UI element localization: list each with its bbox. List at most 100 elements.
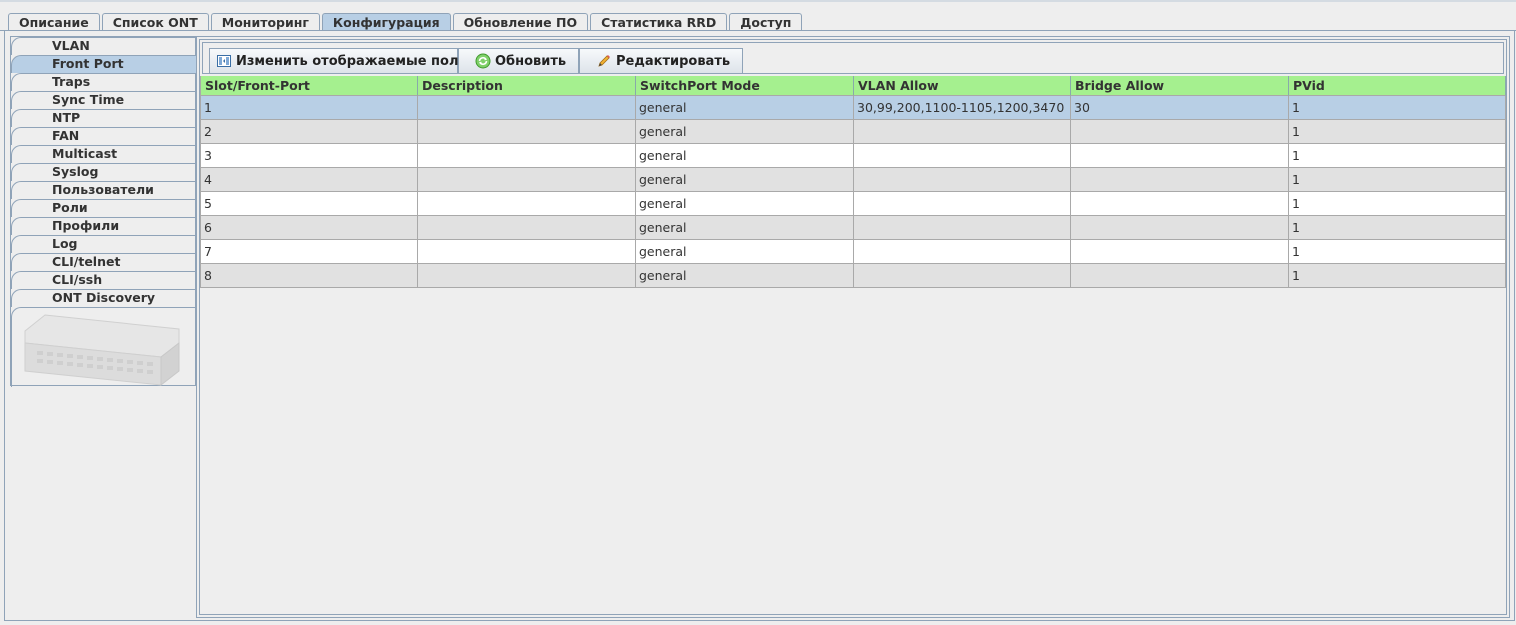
tab-ont-list[interactable]: Список ONT: [101, 13, 209, 31]
table-row[interactable]: 7 general 1: [200, 240, 1506, 264]
table-row[interactable]: 5 general 1: [200, 192, 1506, 216]
cell-pvid: 1: [1289, 96, 1506, 120]
cell-vlan-allow: 30,99,200,1100-1105,1200,3470: [854, 96, 1071, 120]
cell-switchport-mode: general: [636, 120, 854, 144]
tab-access[interactable]: Доступ: [729, 13, 803, 31]
cell-switchport-mode: general: [636, 96, 854, 120]
cell-pvid: 1: [1289, 192, 1506, 216]
change-fields-button[interactable]: Изменить отображаемые поля: [209, 48, 467, 74]
table-row[interactable]: 4 general 1: [200, 168, 1506, 192]
change-fields-label: Изменить отображаемые поля: [236, 53, 467, 69]
cell-description: [418, 168, 636, 192]
refresh-label: Обновить: [495, 53, 567, 69]
sidebar-item-fan[interactable]: FAN: [11, 127, 196, 145]
sidebar-item-profiles[interactable]: Профили: [11, 217, 196, 235]
cell-pvid: 1: [1289, 240, 1506, 264]
tab-monitoring[interactable]: Мониторинг: [210, 13, 320, 31]
cell-slot-front-port: 4: [200, 168, 418, 192]
tab-description[interactable]: Описание: [8, 13, 100, 31]
sidebar-item-vlan[interactable]: VLAN: [11, 37, 196, 55]
cell-pvid: 1: [1289, 144, 1506, 168]
cell-slot-front-port: 2: [200, 120, 418, 144]
main-tab-bar: Описание Список ONT Мониторинг Конфигура…: [8, 13, 804, 31]
cell-slot-front-port: 1: [200, 96, 418, 120]
cell-bridge-allow: [1071, 192, 1289, 216]
table-row[interactable]: 8 general 1: [200, 264, 1506, 288]
sidebar-item-multicast[interactable]: Multicast: [11, 145, 196, 163]
sidebar-item-cli-telnet[interactable]: CLI/telnet: [11, 253, 196, 271]
front-port-table: Slot/Front-Port Description SwitchPort M…: [200, 76, 1506, 288]
cell-slot-front-port: 8: [200, 264, 418, 288]
column-header-bridge-allow[interactable]: Bridge Allow: [1071, 76, 1289, 96]
cell-switchport-mode: general: [636, 168, 854, 192]
cell-switchport-mode: general: [636, 192, 854, 216]
cell-vlan-allow: [854, 168, 1071, 192]
cell-bridge-allow: [1071, 264, 1289, 288]
pencil-icon: [596, 53, 612, 69]
device-image: [24, 314, 180, 387]
cell-description: [418, 240, 636, 264]
edit-label: Редактировать: [616, 53, 731, 69]
table-row[interactable]: 1 general 30,99,200,1100-1105,1200,3470 …: [200, 96, 1506, 120]
sidebar-item-ntp[interactable]: NTP: [11, 109, 196, 127]
cell-bridge-allow: [1071, 120, 1289, 144]
sidebar-item-ont-discovery[interactable]: ONT Discovery: [11, 289, 196, 307]
cell-description: [418, 192, 636, 216]
table-header-row: Slot/Front-Port Description SwitchPort M…: [200, 76, 1506, 96]
cell-vlan-allow: [854, 240, 1071, 264]
cell-description: [418, 120, 636, 144]
table-row[interactable]: 2 general 1: [200, 120, 1506, 144]
cell-slot-front-port: 3: [200, 144, 418, 168]
cell-description: [418, 144, 636, 168]
sidebar-item-users[interactable]: Пользователи: [11, 181, 196, 199]
sidebar-item-traps[interactable]: Traps: [11, 73, 196, 91]
cell-description: [418, 216, 636, 240]
cell-switchport-mode: general: [636, 144, 854, 168]
sidebar-item-sync-time[interactable]: Sync Time: [11, 91, 196, 109]
cell-bridge-allow: [1071, 144, 1289, 168]
cell-description: [418, 264, 636, 288]
cell-vlan-allow: [854, 192, 1071, 216]
cell-slot-front-port: 6: [200, 216, 418, 240]
cell-switchport-mode: general: [636, 264, 854, 288]
cell-vlan-allow: [854, 216, 1071, 240]
column-header-switchport-mode[interactable]: SwitchPort Mode: [636, 76, 854, 96]
cell-slot-front-port: 7: [200, 240, 418, 264]
sidebar-item-syslog[interactable]: Syslog: [11, 163, 196, 181]
cell-bridge-allow: [1071, 168, 1289, 192]
config-sidebar: VLAN Front Port Traps Sync Time NTP FAN …: [10, 36, 196, 387]
table-row[interactable]: 3 general 1: [200, 144, 1506, 168]
tab-configuration[interactable]: Конфигурация: [321, 13, 451, 31]
cell-bridge-allow: [1071, 240, 1289, 264]
cell-pvid: 1: [1289, 216, 1506, 240]
tab-rrd-statistics[interactable]: Статистика RRD: [590, 13, 728, 31]
content-inner-panel: Изменить отображаемые поля Обновить Реда…: [199, 39, 1507, 615]
column-header-slot-front-port[interactable]: Slot/Front-Port: [200, 76, 418, 96]
cell-slot-front-port: 5: [200, 192, 418, 216]
column-header-description[interactable]: Description: [418, 76, 636, 96]
columns-icon: [216, 53, 232, 69]
column-header-vlan-allow[interactable]: VLAN Allow: [854, 76, 1071, 96]
cell-switchport-mode: general: [636, 216, 854, 240]
sidebar-item-log[interactable]: Log: [11, 235, 196, 253]
sidebar-item-cli-ssh[interactable]: CLI/ssh: [11, 271, 196, 289]
cell-pvid: 1: [1289, 120, 1506, 144]
cell-bridge-allow: 30: [1071, 96, 1289, 120]
edit-button[interactable]: Редактировать: [579, 48, 743, 74]
cell-vlan-allow: [854, 120, 1071, 144]
sidebar-item-roles[interactable]: Роли: [11, 199, 196, 217]
column-header-pvid[interactable]: PVid: [1289, 76, 1506, 96]
cell-switchport-mode: general: [636, 240, 854, 264]
cell-pvid: 1: [1289, 264, 1506, 288]
cell-bridge-allow: [1071, 216, 1289, 240]
table-row[interactable]: 6 general 1: [200, 216, 1506, 240]
content-panel: Изменить отображаемые поля Обновить Реда…: [196, 36, 1510, 618]
refresh-button[interactable]: Обновить: [458, 48, 579, 74]
window-top-border: [0, 0, 1516, 2]
cell-description: [418, 96, 636, 120]
refresh-icon: [475, 53, 491, 69]
sidebar-item-front-port[interactable]: Front Port: [11, 55, 196, 73]
tab-firmware-update[interactable]: Обновление ПО: [452, 13, 589, 31]
cell-vlan-allow: [854, 264, 1071, 288]
toolbar: Изменить отображаемые поля Обновить Реда…: [202, 42, 1504, 74]
